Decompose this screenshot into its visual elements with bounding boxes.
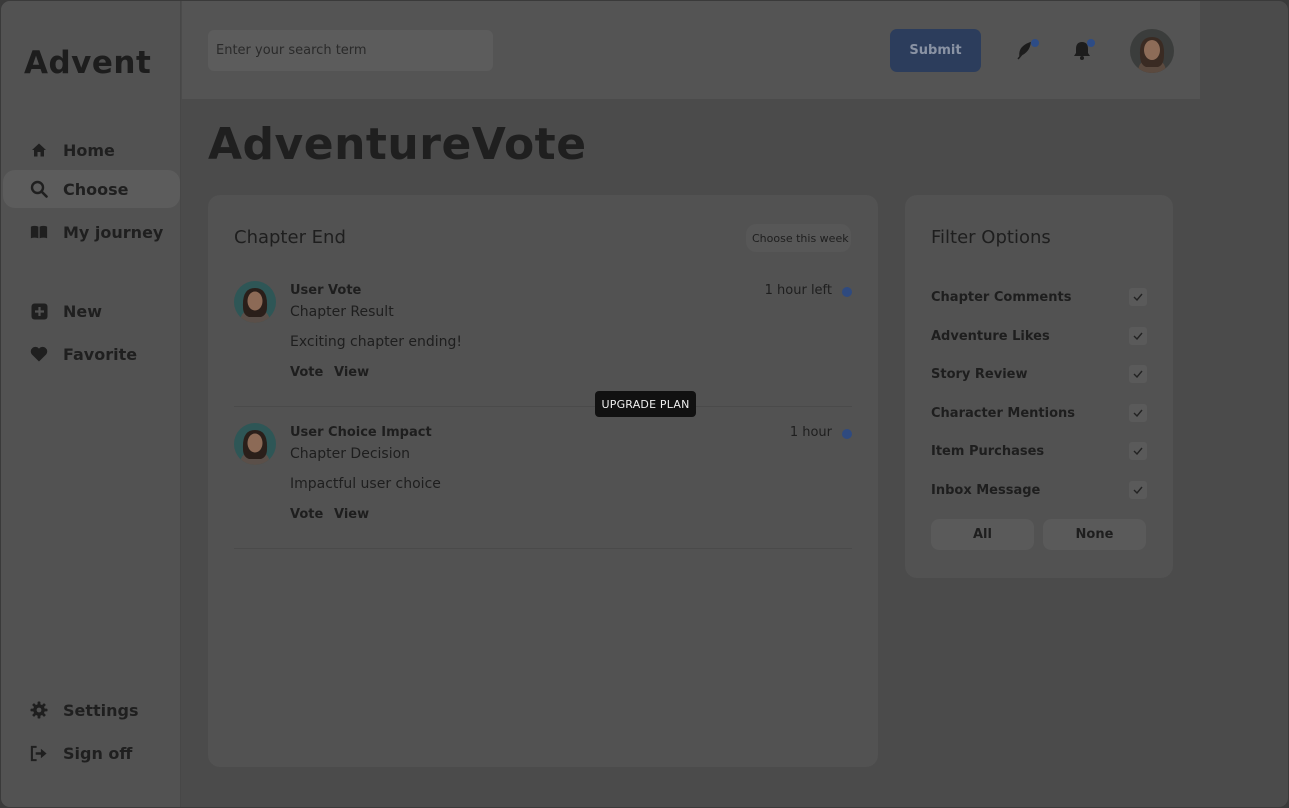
post-time: 1 hour [789, 425, 832, 440]
check-icon [1133, 370, 1143, 378]
search-input[interactable] [208, 30, 493, 71]
filter-option: Inbox Message [931, 481, 1147, 501]
sidebar-item-new[interactable]: New [3, 292, 180, 330]
filter-option-label: Chapter Comments [931, 290, 1072, 305]
sidebar-item-label: Sign off [63, 743, 133, 763]
filter-checkbox[interactable] [1129, 327, 1147, 345]
feather-icon[interactable] [1015, 39, 1039, 63]
view-link[interactable]: View [334, 365, 369, 380]
sidebar-item-sign-off[interactable]: Sign off [3, 734, 180, 772]
chapter-card: Chapter End Choose this week User Vote C… [208, 195, 878, 767]
post-author: User Vote [290, 283, 362, 298]
plus-square-icon [30, 302, 48, 320]
list-item: User Choice Impact Chapter Decision Impa… [234, 423, 852, 549]
gear-icon [30, 701, 48, 719]
sidebar-item-label: Choose [63, 179, 129, 199]
unread-dot [842, 287, 852, 297]
sidebar-item-settings[interactable]: Settings [3, 691, 180, 729]
vote-link[interactable]: Vote [290, 507, 323, 522]
vote-link[interactable]: Vote [290, 365, 323, 380]
sidebar-item-favorite[interactable]: Favorite [3, 335, 180, 373]
search-icon [30, 180, 48, 198]
sidebar-item-label: My journey [63, 222, 164, 242]
filter-checkbox[interactable] [1129, 365, 1147, 383]
filter-checkbox[interactable] [1129, 481, 1147, 499]
post-author: User Choice Impact [290, 425, 432, 440]
check-icon [1133, 409, 1143, 417]
upgrade-plan-tooltip[interactable]: UPGRADE PLAN [595, 391, 696, 417]
feather-badge-dot [1031, 39, 1039, 47]
filter-option: Item Purchases [931, 442, 1147, 462]
filter-option-label: Inbox Message [931, 483, 1041, 498]
sidebar-item-label: Settings [63, 700, 139, 720]
post-body: Exciting chapter ending! [290, 334, 463, 350]
post-subtitle: Chapter Result [290, 304, 394, 320]
filter-option: Adventure Likes [931, 327, 1147, 347]
select-all-button[interactable]: All [931, 519, 1034, 550]
sidebar-item-home[interactable]: Home [3, 131, 180, 169]
app-logo: Advent [24, 45, 152, 81]
sidebar-item-my-journey[interactable]: My journey [3, 213, 180, 251]
sidebar-item-choose[interactable]: Choose [3, 170, 180, 208]
view-link[interactable]: View [334, 507, 369, 522]
bell-badge-dot [1087, 39, 1095, 47]
filter-checkbox[interactable] [1129, 288, 1147, 306]
filter-title: Filter Options [931, 227, 1051, 248]
book-icon [30, 223, 48, 241]
check-icon [1133, 293, 1143, 301]
filter-checkbox[interactable] [1129, 442, 1147, 460]
filter-option-label: Item Purchases [931, 444, 1045, 459]
bell-icon[interactable] [1071, 39, 1095, 63]
list-item: User Vote Chapter Result Exciting chapte… [234, 281, 852, 407]
filter-option-label: Character Mentions [931, 406, 1076, 421]
filter-options-card: Filter Options Chapter Comments Adventur… [905, 195, 1173, 578]
post-body: Impactful user choice [290, 476, 441, 492]
post-time: 1 hour left [764, 283, 832, 298]
app-window: Advent Home Choose My journey New Favori… [0, 0, 1289, 808]
submit-button[interactable]: Submit [890, 29, 981, 72]
sidebar-item-label: New [63, 301, 103, 321]
check-icon [1133, 486, 1143, 494]
filter-option: Chapter Comments [931, 288, 1147, 308]
filter-option: Character Mentions [931, 404, 1147, 424]
avatar [234, 281, 276, 323]
home-icon [30, 141, 48, 159]
top-bar: Submit [182, 1, 1200, 99]
check-icon [1133, 447, 1143, 455]
chapter-card-title: Chapter End [234, 227, 346, 248]
page-title: AdventureVote [208, 119, 587, 170]
sidebar-item-label: Favorite [63, 344, 138, 364]
choose-this-week-button[interactable]: Choose this week [746, 224, 851, 252]
filter-option: Story Review [931, 365, 1147, 385]
select-none-button[interactable]: None [1043, 519, 1146, 550]
unread-dot [842, 429, 852, 439]
sidebar-item-label: Home [63, 140, 115, 160]
filter-option-label: Story Review [931, 367, 1028, 382]
sign-out-icon [30, 744, 48, 762]
filter-checkbox[interactable] [1129, 404, 1147, 422]
check-icon [1133, 332, 1143, 340]
avatar [234, 423, 276, 465]
user-avatar[interactable] [1130, 29, 1174, 73]
heart-icon [30, 345, 48, 363]
post-subtitle: Chapter Decision [290, 446, 411, 462]
sidebar: Advent Home Choose My journey New Favori… [1, 1, 181, 807]
filter-option-label: Adventure Likes [931, 329, 1050, 344]
